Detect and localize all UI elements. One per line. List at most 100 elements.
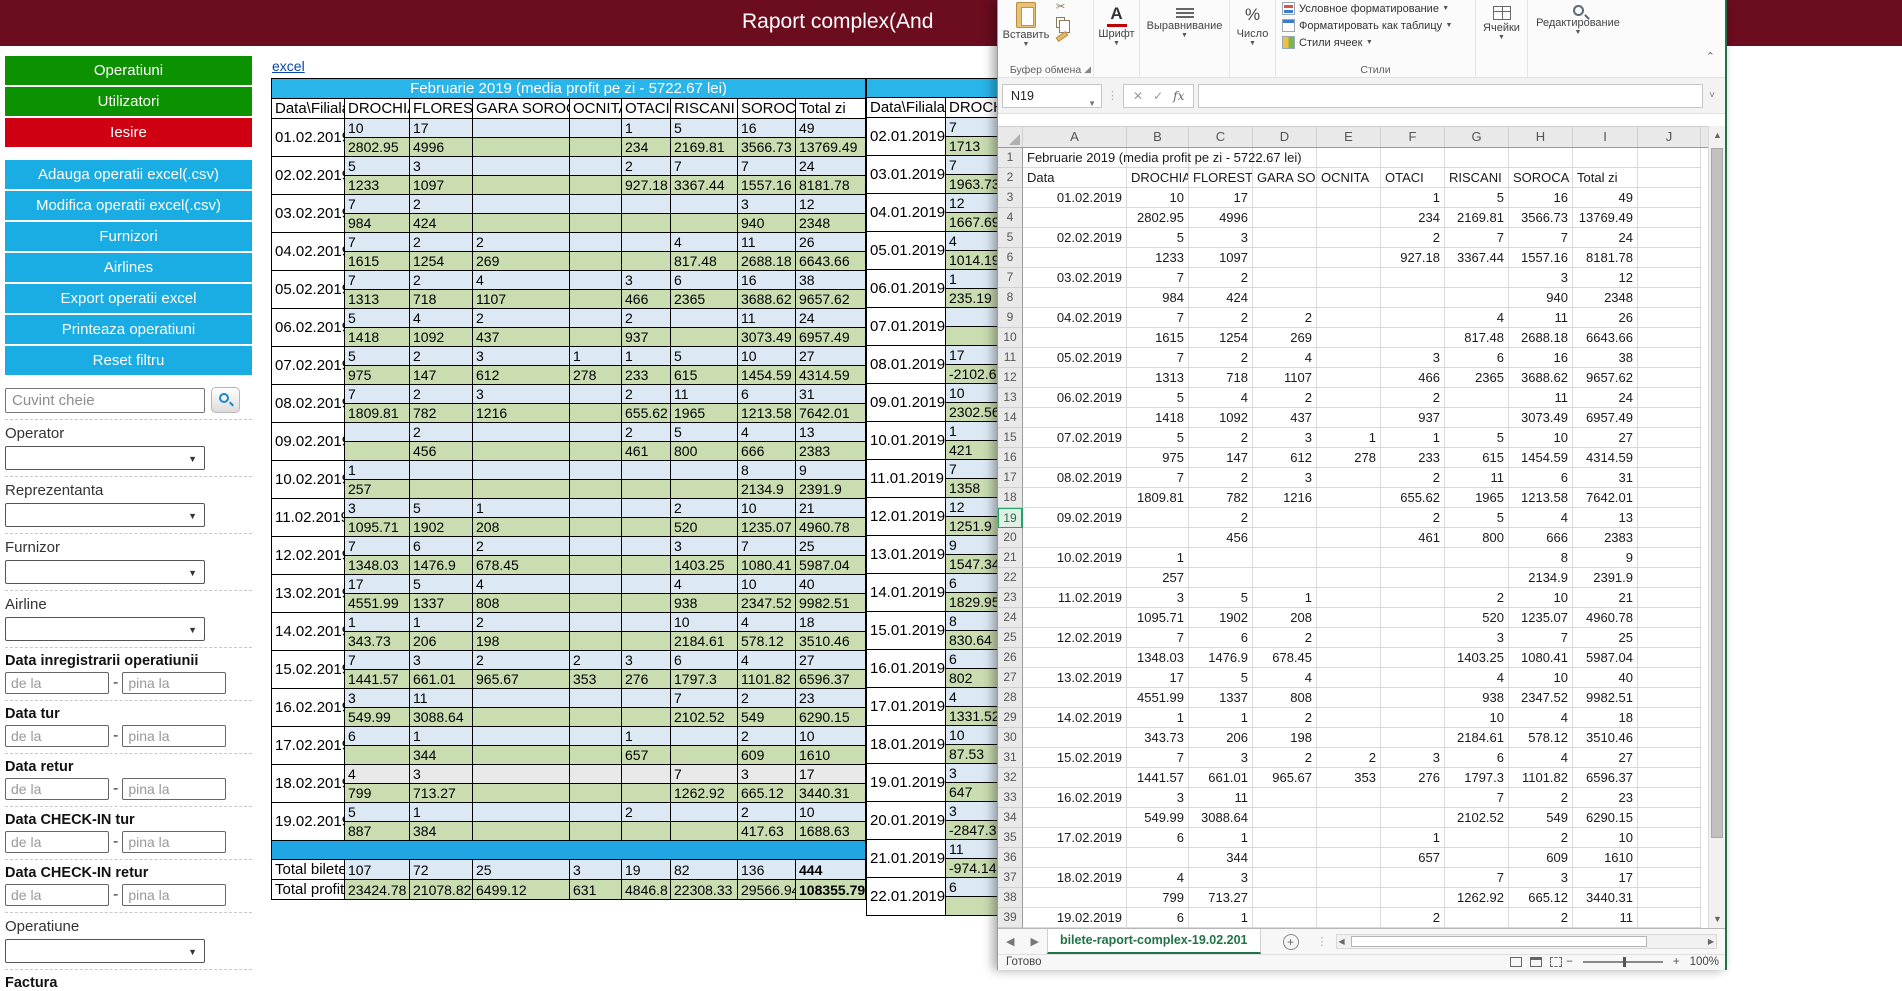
cell-B28[interactable]: 4551.99	[1127, 688, 1189, 708]
cell-G2[interactable]: RISCANI	[1445, 168, 1509, 188]
filter-select-airline[interactable]: ▼	[5, 617, 205, 641]
cell-C32[interactable]: 661.01	[1189, 768, 1253, 788]
cell-A28[interactable]	[1023, 688, 1127, 708]
cell-B36[interactable]	[1127, 848, 1189, 868]
cell-E21[interactable]	[1317, 548, 1381, 568]
cell-F4[interactable]: 234	[1381, 208, 1445, 228]
cell-G31[interactable]: 6	[1445, 748, 1509, 768]
format-painter-icon[interactable]	[1056, 31, 1069, 42]
date-from-input-data-tur[interactable]	[5, 725, 109, 747]
cell-G11[interactable]: 6	[1445, 348, 1509, 368]
cell-G16[interactable]: 615	[1445, 448, 1509, 468]
row-header-9[interactable]: 9	[998, 308, 1023, 328]
row-header-35[interactable]: 35	[998, 828, 1023, 848]
cell-A31[interactable]: 15.02.2019	[1023, 748, 1127, 768]
cell-B7[interactable]: 7	[1127, 268, 1189, 288]
cell-E28[interactable]	[1317, 688, 1381, 708]
cell-E18[interactable]	[1317, 488, 1381, 508]
cell-G25[interactable]: 3	[1445, 628, 1509, 648]
cell-I21[interactable]: 9	[1573, 548, 1638, 568]
cell-B26[interactable]: 1348.03	[1127, 648, 1189, 668]
cell-F33[interactable]	[1381, 788, 1445, 808]
cell-J30[interactable]	[1638, 728, 1701, 748]
cell-C11[interactable]: 2	[1189, 348, 1253, 368]
cell-D28[interactable]: 808	[1253, 688, 1317, 708]
cell-H10[interactable]: 2688.18	[1509, 328, 1573, 348]
cell-I3[interactable]: 49	[1573, 188, 1638, 208]
scroll-right-icon[interactable]: ▶	[1708, 936, 1714, 948]
sidebar-button-furnizori[interactable]: Furnizori	[5, 222, 252, 251]
cell-D7[interactable]	[1253, 268, 1317, 288]
search-button[interactable]	[211, 387, 240, 413]
cell-J37[interactable]	[1638, 868, 1701, 888]
cell-A30[interactable]	[1023, 728, 1127, 748]
date-from-input-data-inregistrarii-operatiunii[interactable]	[5, 672, 109, 694]
cell-G6[interactable]: 3367.44	[1445, 248, 1509, 268]
cell-J29[interactable]	[1638, 708, 1701, 728]
cell-C4[interactable]: 4996	[1189, 208, 1253, 228]
cell-J4[interactable]	[1638, 208, 1701, 228]
vertical-scroll-thumb[interactable]	[1711, 148, 1723, 838]
cell-J33[interactable]	[1638, 788, 1701, 808]
cell-J34[interactable]	[1638, 808, 1701, 828]
cell-E20[interactable]	[1317, 528, 1381, 548]
cell-E15[interactable]: 1	[1317, 428, 1381, 448]
cell-H33[interactable]: 2	[1509, 788, 1573, 808]
cell-H5[interactable]: 7	[1509, 228, 1573, 248]
cell-C3[interactable]: 17	[1189, 188, 1253, 208]
page-break-view-icon[interactable]	[1550, 957, 1562, 967]
cell-I29[interactable]: 18	[1573, 708, 1638, 728]
cell-A13[interactable]: 06.02.2019	[1023, 388, 1127, 408]
cell-I4[interactable]: 13769.49	[1573, 208, 1638, 228]
cell-E24[interactable]	[1317, 608, 1381, 628]
sidebar-button-utilizatori[interactable]: Utilizatori	[5, 87, 252, 116]
filter-select-operator[interactable]: ▼	[5, 446, 205, 470]
cell-styles-button[interactable]: Стили ячеек ▼	[1282, 34, 1469, 51]
column-header-C[interactable]: C	[1189, 127, 1253, 147]
cell-F31[interactable]: 3	[1381, 748, 1445, 768]
cell-E27[interactable]	[1317, 668, 1381, 688]
cell-H27[interactable]: 10	[1509, 668, 1573, 688]
column-header-D[interactable]: D	[1253, 127, 1317, 147]
cell-E33[interactable]	[1317, 788, 1381, 808]
cell-A1[interactable]: Februarie 2019 (media profit pe zi - 572…	[1023, 148, 1127, 168]
editing-button[interactable]: Редактирование ▼	[1528, 5, 1628, 36]
cell-D18[interactable]: 1216	[1253, 488, 1317, 508]
cell-D29[interactable]: 2	[1253, 708, 1317, 728]
column-header-G[interactable]: G	[1445, 127, 1509, 147]
cell-B24[interactable]: 1095.71	[1127, 608, 1189, 628]
cell-H2[interactable]: SOROCA	[1509, 168, 1573, 188]
cell-A38[interactable]	[1023, 888, 1127, 908]
cell-E14[interactable]	[1317, 408, 1381, 428]
cell-J9[interactable]	[1638, 308, 1701, 328]
cell-B14[interactable]: 1418	[1127, 408, 1189, 428]
cell-J25[interactable]	[1638, 628, 1701, 648]
scroll-down-icon[interactable]: ▼	[1709, 910, 1726, 928]
cell-E13[interactable]	[1317, 388, 1381, 408]
cell-J27[interactable]	[1638, 668, 1701, 688]
cell-H38[interactable]: 665.12	[1509, 888, 1573, 908]
cell-A15[interactable]: 07.02.2019	[1023, 428, 1127, 448]
cell-E32[interactable]: 353	[1317, 768, 1381, 788]
row-header-39[interactable]: 39	[998, 908, 1023, 928]
cell-B11[interactable]: 7	[1127, 348, 1189, 368]
cell-C38[interactable]: 713.27	[1189, 888, 1253, 908]
row-header-7[interactable]: 7	[998, 268, 1023, 288]
row-header-13[interactable]: 13	[998, 388, 1023, 408]
cell-B12[interactable]: 1313	[1127, 368, 1189, 388]
cell-H25[interactable]: 7	[1509, 628, 1573, 648]
cell-I6[interactable]: 8181.78	[1573, 248, 1638, 268]
cell-C15[interactable]: 2	[1189, 428, 1253, 448]
excel-export-link[interactable]: excel	[272, 58, 305, 74]
filter-select-operatiune[interactable]: ▼	[5, 939, 205, 963]
cell-H13[interactable]: 11	[1509, 388, 1573, 408]
cell-J18[interactable]	[1638, 488, 1701, 508]
row-header-31[interactable]: 31	[998, 748, 1023, 768]
cell-F21[interactable]	[1381, 548, 1445, 568]
cell-G32[interactable]: 1797.3	[1445, 768, 1509, 788]
row-header-28[interactable]: 28	[998, 688, 1023, 708]
cell-F12[interactable]: 466	[1381, 368, 1445, 388]
cell-I1[interactable]	[1573, 148, 1638, 168]
cell-F15[interactable]: 1	[1381, 428, 1445, 448]
cell-A10[interactable]	[1023, 328, 1127, 348]
